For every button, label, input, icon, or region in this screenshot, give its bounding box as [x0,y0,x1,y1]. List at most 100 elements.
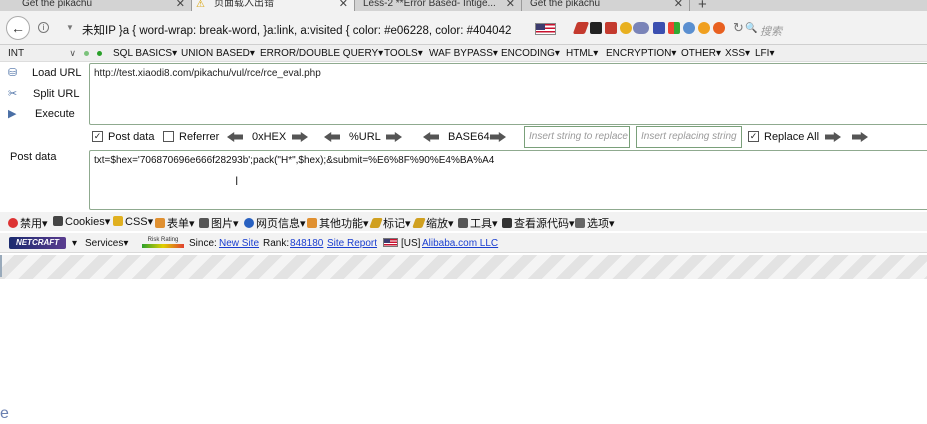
type-select-value: INT [8,48,25,59]
edge-e-icon: e [0,405,9,422]
dev-menu-label: 图片▾ [211,218,239,230]
notepad-icon[interactable] [590,22,602,34]
hex-encode-arrow-icon[interactable] [292,132,308,142]
tab-title: Get the pikachu [530,0,601,9]
menu-union-based[interactable]: UNION BASED▾ [181,48,255,59]
url-decode-arrow-icon[interactable] [324,132,340,142]
hex-decode-arrow-icon[interactable] [227,132,243,142]
tab-1[interactable]: ⚠ 页面载入出错 ✕ [192,0,355,11]
tools-icon [458,218,468,228]
info-icon[interactable]: i [38,22,49,33]
since-link[interactable]: New Site [219,238,259,249]
base64-label: BASE64 [448,131,490,143]
type-select[interactable]: INT ∨ [8,47,76,60]
tab-bar: Get the pikachu ✕ ⚠ 页面载入出错 ✕ Less-2 **Er… [0,0,927,11]
dev-menu-label: 工具▾ [470,218,498,230]
replace-arrow-icon[interactable] [825,132,841,142]
lock-icon[interactable] [620,22,632,34]
reload-icon[interactable]: ↻ [733,20,744,36]
dev-misc-menu[interactable]: 其他功能▾ [307,215,369,231]
post-data-checkbox[interactable]: ✓ [92,131,103,142]
replace-all-checkbox[interactable]: ✓ [748,131,759,142]
menu-error-double-query[interactable]: ERROR/DOUBLE QUERY▾ [260,48,383,59]
dev-outline-menu[interactable]: 标记▾ [369,215,411,231]
netcraft-toolbar: NETCRAFT ▾ Services▾ Risk Rating Since: … [0,233,927,253]
tab-3[interactable]: Get the pikachu ✕ [522,0,690,11]
dev-resize-menu[interactable]: 缩放▾ [412,215,454,231]
referrer-checkbox[interactable] [163,131,174,142]
tab-title: Get the pikachu [22,0,93,9]
shield-icon[interactable] [698,22,710,34]
status-dot-icon [84,51,89,56]
source-icon [502,218,512,228]
pen-icon[interactable] [572,22,590,34]
dev-menu-label: CSS▾ [125,216,154,228]
services-menu[interactable]: Services▾ [85,238,128,249]
resize-icon [412,218,426,228]
php-icon[interactable] [633,22,649,34]
country-code: [US] [401,238,421,249]
base64-decode-arrow-icon[interactable] [423,132,439,142]
risk-rating-bar[interactable]: Risk Rating [142,237,184,248]
bookmark-b-icon[interactable] [653,22,665,34]
post-data-textarea[interactable]: txt=$hex='706870696e666f28293b';pack("H*… [89,150,927,210]
url-encode-arrow-icon[interactable] [386,132,402,142]
replace-all-label: Replace All [764,131,820,143]
dev-css-menu[interactable]: CSS▾ [113,215,153,228]
close-icon[interactable]: ✕ [339,0,348,11]
menu-waf-bypass[interactable]: WAF BYPASS▾ [429,48,498,59]
tab-2[interactable]: Less-2 **Error Based- Intige... ✕ [355,0,522,11]
tab-0[interactable]: Get the pikachu ✕ [0,0,192,11]
load-url-label: Load URL [32,67,82,79]
menu-tools[interactable]: TOOLS▾ [384,48,423,59]
cookie-icon [53,216,63,226]
base64-encode-arrow-icon[interactable] [490,132,506,142]
fox-icon[interactable] [713,22,725,34]
info-icon [244,218,254,228]
netcraft-dropdown-icon[interactable]: ▾ [72,238,77,249]
dev-tools-menu[interactable]: 工具▾ [458,215,498,231]
calc-icon[interactable] [605,22,617,34]
windows-icon[interactable] [668,22,680,34]
url-textarea[interactable]: http://test.xiaodi8.com/pikachu/vul/rce/… [89,63,927,125]
menu-html[interactable]: HTML▾ [566,48,598,59]
hex-label: 0xHEX [252,131,287,143]
split-url-label: Split URL [33,88,80,100]
dev-images-menu[interactable]: 图片▾ [199,215,239,231]
close-icon[interactable]: ✕ [176,0,185,11]
search-input[interactable]: 搜索 [760,23,782,39]
close-icon[interactable]: ✕ [674,0,683,11]
dev-menu-label: Cookies▾ [65,216,111,228]
moon-icon[interactable] [683,22,695,34]
rank-label: Rank: [263,238,290,249]
menu-sql-basics[interactable]: SQL BASICS▾ [113,48,177,59]
insert-string-input[interactable]: Insert string to replace [524,126,630,148]
host-link[interactable]: Alibaba.com LLC [422,238,498,249]
text-cursor-icon: I [235,174,239,188]
dev-forms-menu[interactable]: 表单▾ [155,215,195,231]
menu-encryption[interactable]: ENCRYPTION▾ [606,48,676,59]
back-arrow-icon[interactable]: ← [6,16,30,40]
warning-icon: ⚠ [196,0,205,10]
dev-view-source-menu[interactable]: 查看源代码▾ [502,215,575,231]
page-loading-area [0,255,927,279]
rank-link[interactable]: 848180 [290,238,323,249]
site-report-link[interactable]: Site Report [327,238,377,249]
address-bar[interactable]: 未知IP }a { word-wrap: break-word, }a:link… [82,22,511,38]
replacing-string-input[interactable]: Insert replacing string [636,126,742,148]
new-tab-icon[interactable]: + [698,0,707,11]
dev-info-menu[interactable]: 网页信息▾ [244,215,306,231]
status-dot-icon [97,51,102,56]
menu-other[interactable]: OTHER▾ [681,48,721,59]
close-icon[interactable]: ✕ [506,0,515,11]
menu-lfi[interactable]: LFI▾ [755,48,774,59]
dev-cookies-menu[interactable]: Cookies▾ [53,215,110,228]
replace-all-arrow-icon[interactable] [852,132,868,142]
dev-options-menu[interactable]: 选项▾ [575,215,615,231]
post-data-field-label: Post data [10,151,57,163]
menu-xss[interactable]: XSS▾ [725,48,750,59]
netcraft-logo[interactable]: NETCRAFT [9,237,66,249]
menu-encoding[interactable]: ENCODING▾ [501,48,560,59]
dev-disable-menu[interactable]: 禁用▾ [8,215,48,231]
chevron-down-icon[interactable]: ▼ [66,23,74,32]
